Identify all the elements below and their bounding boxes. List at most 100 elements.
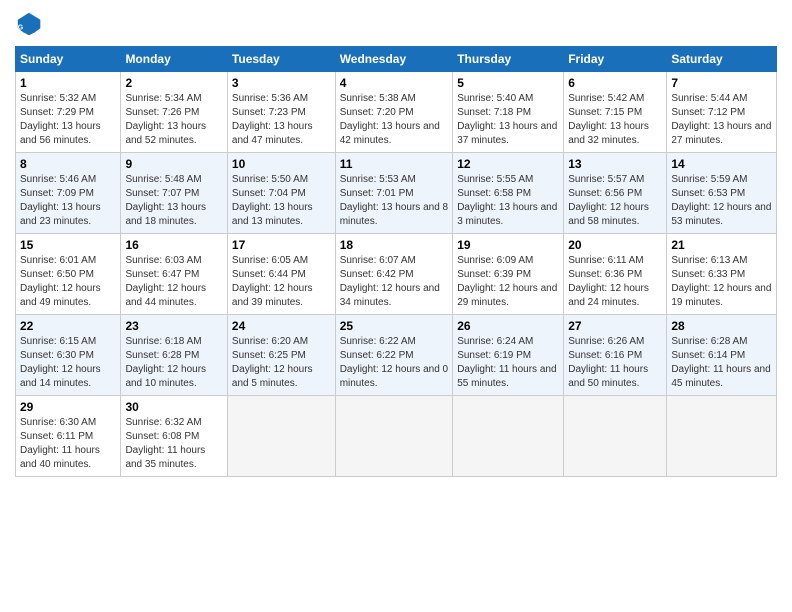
day-info: Sunrise: 5:36 AMSunset: 7:23 PMDaylight:… [232, 92, 331, 148]
day-info: Sunrise: 5:48 AMSunset: 7:07 PMDaylight:… [125, 173, 222, 229]
day-info: Sunrise: 5:53 AMSunset: 7:01 PMDaylight:… [340, 173, 449, 229]
calendar-table: SundayMondayTuesdayWednesdayThursdayFrid… [15, 46, 777, 477]
day-number: 1 [20, 76, 116, 90]
day-number: 14 [671, 157, 772, 171]
calendar-day-cell: 3 Sunrise: 5:36 AMSunset: 7:23 PMDayligh… [227, 72, 335, 153]
logo-icon: G [15, 10, 43, 38]
calendar-day-cell: 23 Sunrise: 6:18 AMSunset: 6:28 PMDaylig… [121, 315, 227, 396]
day-number: 12 [457, 157, 559, 171]
calendar-day-cell: 21 Sunrise: 6:13 AMSunset: 6:33 PMDaylig… [667, 234, 777, 315]
day-number: 30 [125, 400, 222, 414]
day-number: 25 [340, 319, 449, 333]
calendar-day-cell: 18 Sunrise: 6:07 AMSunset: 6:42 PMDaylig… [335, 234, 453, 315]
day-number: 20 [568, 238, 662, 252]
day-number: 3 [232, 76, 331, 90]
page-container: G SundayMondayTuesdayWednesdayThursdayFr… [0, 0, 792, 487]
day-info: Sunrise: 6:13 AMSunset: 6:33 PMDaylight:… [671, 254, 772, 310]
calendar-header-tuesday: Tuesday [227, 47, 335, 72]
calendar-day-cell: 15 Sunrise: 6:01 AMSunset: 6:50 PMDaylig… [16, 234, 121, 315]
calendar-day-cell [227, 396, 335, 477]
svg-text:G: G [18, 25, 24, 32]
calendar-day-cell: 14 Sunrise: 5:59 AMSunset: 6:53 PMDaylig… [667, 153, 777, 234]
day-number: 29 [20, 400, 116, 414]
calendar-week-row: 1 Sunrise: 5:32 AMSunset: 7:29 PMDayligh… [16, 72, 777, 153]
day-info: Sunrise: 5:55 AMSunset: 6:58 PMDaylight:… [457, 173, 559, 229]
day-info: Sunrise: 6:07 AMSunset: 6:42 PMDaylight:… [340, 254, 449, 310]
day-number: 10 [232, 157, 331, 171]
day-info: Sunrise: 6:24 AMSunset: 6:19 PMDaylight:… [457, 335, 559, 391]
day-info: Sunrise: 5:38 AMSunset: 7:20 PMDaylight:… [340, 92, 449, 148]
day-number: 4 [340, 76, 449, 90]
day-number: 24 [232, 319, 331, 333]
calendar-day-cell: 5 Sunrise: 5:40 AMSunset: 7:18 PMDayligh… [453, 72, 564, 153]
day-number: 19 [457, 238, 559, 252]
day-info: Sunrise: 6:20 AMSunset: 6:25 PMDaylight:… [232, 335, 331, 391]
calendar-day-cell: 16 Sunrise: 6:03 AMSunset: 6:47 PMDaylig… [121, 234, 227, 315]
day-number: 16 [125, 238, 222, 252]
day-info: Sunrise: 6:26 AMSunset: 6:16 PMDaylight:… [568, 335, 662, 391]
day-info: Sunrise: 5:42 AMSunset: 7:15 PMDaylight:… [568, 92, 662, 148]
day-number: 22 [20, 319, 116, 333]
day-number: 28 [671, 319, 772, 333]
day-info: Sunrise: 6:22 AMSunset: 6:22 PMDaylight:… [340, 335, 449, 391]
day-info: Sunrise: 6:01 AMSunset: 6:50 PMDaylight:… [20, 254, 116, 310]
calendar-day-cell: 9 Sunrise: 5:48 AMSunset: 7:07 PMDayligh… [121, 153, 227, 234]
calendar-day-cell: 24 Sunrise: 6:20 AMSunset: 6:25 PMDaylig… [227, 315, 335, 396]
calendar-day-cell: 6 Sunrise: 5:42 AMSunset: 7:15 PMDayligh… [564, 72, 667, 153]
calendar-day-cell: 10 Sunrise: 5:50 AMSunset: 7:04 PMDaylig… [227, 153, 335, 234]
day-info: Sunrise: 6:18 AMSunset: 6:28 PMDaylight:… [125, 335, 222, 391]
day-info: Sunrise: 6:09 AMSunset: 6:39 PMDaylight:… [457, 254, 559, 310]
calendar-day-cell: 30 Sunrise: 6:32 AMSunset: 6:08 PMDaylig… [121, 396, 227, 477]
day-number: 9 [125, 157, 222, 171]
day-number: 5 [457, 76, 559, 90]
day-number: 21 [671, 238, 772, 252]
calendar-header-monday: Monday [121, 47, 227, 72]
calendar-day-cell: 8 Sunrise: 5:46 AMSunset: 7:09 PMDayligh… [16, 153, 121, 234]
day-info: Sunrise: 5:44 AMSunset: 7:12 PMDaylight:… [671, 92, 772, 148]
calendar-week-row: 8 Sunrise: 5:46 AMSunset: 7:09 PMDayligh… [16, 153, 777, 234]
header: G [15, 10, 777, 38]
calendar-day-cell: 25 Sunrise: 6:22 AMSunset: 6:22 PMDaylig… [335, 315, 453, 396]
day-number: 17 [232, 238, 331, 252]
calendar-day-cell: 11 Sunrise: 5:53 AMSunset: 7:01 PMDaylig… [335, 153, 453, 234]
logo: G [15, 10, 47, 38]
day-info: Sunrise: 6:32 AMSunset: 6:08 PMDaylight:… [125, 416, 222, 472]
day-info: Sunrise: 6:05 AMSunset: 6:44 PMDaylight:… [232, 254, 331, 310]
day-info: Sunrise: 5:59 AMSunset: 6:53 PMDaylight:… [671, 173, 772, 229]
day-info: Sunrise: 6:15 AMSunset: 6:30 PMDaylight:… [20, 335, 116, 391]
day-info: Sunrise: 5:34 AMSunset: 7:26 PMDaylight:… [125, 92, 222, 148]
day-info: Sunrise: 6:28 AMSunset: 6:14 PMDaylight:… [671, 335, 772, 391]
calendar-day-cell: 4 Sunrise: 5:38 AMSunset: 7:20 PMDayligh… [335, 72, 453, 153]
calendar-day-cell [335, 396, 453, 477]
calendar-day-cell: 27 Sunrise: 6:26 AMSunset: 6:16 PMDaylig… [564, 315, 667, 396]
calendar-week-row: 29 Sunrise: 6:30 AMSunset: 6:11 PMDaylig… [16, 396, 777, 477]
day-info: Sunrise: 6:30 AMSunset: 6:11 PMDaylight:… [20, 416, 116, 472]
calendar-day-cell: 19 Sunrise: 6:09 AMSunset: 6:39 PMDaylig… [453, 234, 564, 315]
day-info: Sunrise: 6:11 AMSunset: 6:36 PMDaylight:… [568, 254, 662, 310]
calendar-day-cell [667, 396, 777, 477]
day-info: Sunrise: 6:03 AMSunset: 6:47 PMDaylight:… [125, 254, 222, 310]
calendar-header-saturday: Saturday [667, 47, 777, 72]
calendar-week-row: 15 Sunrise: 6:01 AMSunset: 6:50 PMDaylig… [16, 234, 777, 315]
day-info: Sunrise: 5:32 AMSunset: 7:29 PMDaylight:… [20, 92, 116, 148]
calendar-day-cell: 28 Sunrise: 6:28 AMSunset: 6:14 PMDaylig… [667, 315, 777, 396]
day-number: 26 [457, 319, 559, 333]
calendar-day-cell: 12 Sunrise: 5:55 AMSunset: 6:58 PMDaylig… [453, 153, 564, 234]
calendar-header-sunday: Sunday [16, 47, 121, 72]
day-info: Sunrise: 5:50 AMSunset: 7:04 PMDaylight:… [232, 173, 331, 229]
day-number: 27 [568, 319, 662, 333]
calendar-day-cell: 26 Sunrise: 6:24 AMSunset: 6:19 PMDaylig… [453, 315, 564, 396]
day-info: Sunrise: 5:46 AMSunset: 7:09 PMDaylight:… [20, 173, 116, 229]
calendar-day-cell: 2 Sunrise: 5:34 AMSunset: 7:26 PMDayligh… [121, 72, 227, 153]
calendar-header-row: SundayMondayTuesdayWednesdayThursdayFrid… [16, 47, 777, 72]
calendar-header-thursday: Thursday [453, 47, 564, 72]
day-number: 13 [568, 157, 662, 171]
calendar-day-cell: 17 Sunrise: 6:05 AMSunset: 6:44 PMDaylig… [227, 234, 335, 315]
calendar-day-cell: 7 Sunrise: 5:44 AMSunset: 7:12 PMDayligh… [667, 72, 777, 153]
calendar-header-wednesday: Wednesday [335, 47, 453, 72]
day-info: Sunrise: 5:57 AMSunset: 6:56 PMDaylight:… [568, 173, 662, 229]
calendar-week-row: 22 Sunrise: 6:15 AMSunset: 6:30 PMDaylig… [16, 315, 777, 396]
calendar-day-cell: 13 Sunrise: 5:57 AMSunset: 6:56 PMDaylig… [564, 153, 667, 234]
day-info: Sunrise: 5:40 AMSunset: 7:18 PMDaylight:… [457, 92, 559, 148]
day-number: 2 [125, 76, 222, 90]
